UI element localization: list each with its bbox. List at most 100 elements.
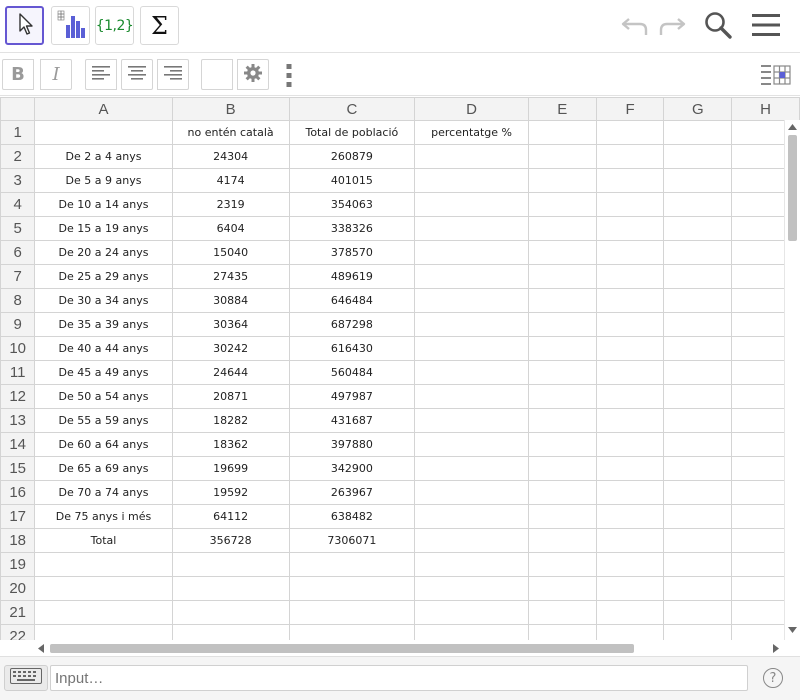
search-button[interactable] <box>702 11 734 43</box>
cell-f20[interactable] <box>595 576 665 601</box>
cell-c18[interactable]: 7306071 <box>288 528 416 553</box>
scroll-down-arrow-icon[interactable] <box>788 627 797 633</box>
row-header[interactable]: 2 <box>0 144 36 169</box>
cell-c10[interactable]: 616430 <box>288 336 416 361</box>
row-header[interactable]: 5 <box>0 216 36 241</box>
row-header[interactable]: 3 <box>0 168 36 193</box>
cell-e10[interactable] <box>527 336 597 361</box>
cell-f3[interactable] <box>595 168 665 193</box>
cell-c4[interactable]: 354063 <box>288 192 416 217</box>
row-header[interactable]: 12 <box>0 384 36 409</box>
cell-f13[interactable] <box>595 408 665 433</box>
move-tool-button[interactable] <box>5 6 44 45</box>
cell-g13[interactable] <box>663 408 733 433</box>
row-header[interactable]: 22 <box>0 624 36 640</box>
row-header[interactable]: 14 <box>0 432 36 457</box>
cell-g10[interactable] <box>663 336 733 361</box>
cell-b12[interactable]: 20871 <box>171 384 290 409</box>
cell-b4[interactable]: 2319 <box>171 192 290 217</box>
cell-g15[interactable] <box>663 456 733 481</box>
cell-f6[interactable] <box>595 240 665 265</box>
row-header[interactable]: 20 <box>0 576 36 601</box>
cell-a19[interactable] <box>34 552 173 577</box>
cell-a1[interactable] <box>34 120 173 145</box>
cell-g16[interactable] <box>663 480 733 505</box>
keyboard-button[interactable] <box>4 665 48 691</box>
cell-b1[interactable]: no entén català <box>171 120 290 145</box>
cell-g21[interactable] <box>663 600 733 625</box>
column-header-h[interactable]: H <box>731 97 800 121</box>
cell-b3[interactable]: 4174 <box>171 168 290 193</box>
cell-e6[interactable] <box>527 240 597 265</box>
cell-f5[interactable] <box>595 216 665 241</box>
toggle-stylebar-button[interactable] <box>760 63 792 87</box>
cell-c17[interactable]: 638482 <box>288 504 416 529</box>
undo-button[interactable] <box>619 11 651 43</box>
cell-c3[interactable]: 401015 <box>288 168 416 193</box>
cell-f10[interactable] <box>595 336 665 361</box>
cell-e18[interactable] <box>527 528 597 553</box>
row-header[interactable]: 4 <box>0 192 36 217</box>
cell-f18[interactable] <box>595 528 665 553</box>
cell-d18[interactable] <box>414 528 529 553</box>
scroll-right-arrow-icon[interactable] <box>773 644 779 653</box>
cell-a7[interactable]: De 25 a 29 anys <box>34 264 173 289</box>
row-header[interactable]: 8 <box>0 288 36 313</box>
cell-a3[interactable]: De 5 a 9 anys <box>34 168 173 193</box>
cell-d19[interactable] <box>414 552 529 577</box>
column-header-g[interactable]: G <box>663 97 733 121</box>
cell-c22[interactable] <box>288 624 416 640</box>
cell-g4[interactable] <box>663 192 733 217</box>
cell-b21[interactable] <box>171 600 290 625</box>
cell-d16[interactable] <box>414 480 529 505</box>
scroll-up-arrow-icon[interactable] <box>788 124 797 130</box>
cell-f2[interactable] <box>595 144 665 169</box>
cell-e22[interactable] <box>527 624 597 640</box>
cell-a8[interactable]: De 30 a 34 anys <box>34 288 173 313</box>
cell-b14[interactable]: 18362 <box>171 432 290 457</box>
cell-f1[interactable] <box>595 120 665 145</box>
cell-d11[interactable] <box>414 360 529 385</box>
cell-f15[interactable] <box>595 456 665 481</box>
cell-d8[interactable] <box>414 288 529 313</box>
row-header[interactable]: 7 <box>0 264 36 289</box>
cell-b8[interactable]: 30884 <box>171 288 290 313</box>
row-header[interactable]: 15 <box>0 456 36 481</box>
cell-d22[interactable] <box>414 624 529 640</box>
cell-e20[interactable] <box>527 576 597 601</box>
cell-d13[interactable] <box>414 408 529 433</box>
cell-d14[interactable] <box>414 432 529 457</box>
cell-d17[interactable] <box>414 504 529 529</box>
cell-b18[interactable]: 356728 <box>171 528 290 553</box>
row-header[interactable]: 1 <box>0 120 36 145</box>
cell-d7[interactable] <box>414 264 529 289</box>
histogram-tool-button[interactable] <box>51 6 90 45</box>
cell-f8[interactable] <box>595 288 665 313</box>
cell-f12[interactable] <box>595 384 665 409</box>
cell-a15[interactable]: De 65 a 69 anys <box>34 456 173 481</box>
cell-f19[interactable] <box>595 552 665 577</box>
cell-b6[interactable]: 15040 <box>171 240 290 265</box>
cell-c14[interactable]: 397880 <box>288 432 416 457</box>
cell-e14[interactable] <box>527 432 597 457</box>
row-header[interactable]: 9 <box>0 312 36 337</box>
cell-d2[interactable] <box>414 144 529 169</box>
cell-a14[interactable]: De 60 a 64 anys <box>34 432 173 457</box>
column-header-e[interactable]: E <box>527 97 597 121</box>
cell-d15[interactable] <box>414 456 529 481</box>
cell-a22[interactable] <box>34 624 173 640</box>
cell-c5[interactable]: 338326 <box>288 216 416 241</box>
cell-e3[interactable] <box>527 168 597 193</box>
column-header-f[interactable]: F <box>595 97 665 121</box>
cell-a13[interactable]: De 55 a 59 anys <box>34 408 173 433</box>
background-color-button[interactable] <box>201 59 233 90</box>
cell-g8[interactable] <box>663 288 733 313</box>
cell-a17[interactable]: De 75 anys i més <box>34 504 173 529</box>
cell-g22[interactable] <box>663 624 733 640</box>
cell-a12[interactable]: De 50 a 54 anys <box>34 384 173 409</box>
cell-d20[interactable] <box>414 576 529 601</box>
horizontal-scroll-thumb[interactable] <box>50 644 634 653</box>
column-header-d[interactable]: D <box>414 97 529 121</box>
cell-e2[interactable] <box>527 144 597 169</box>
cell-c19[interactable] <box>288 552 416 577</box>
